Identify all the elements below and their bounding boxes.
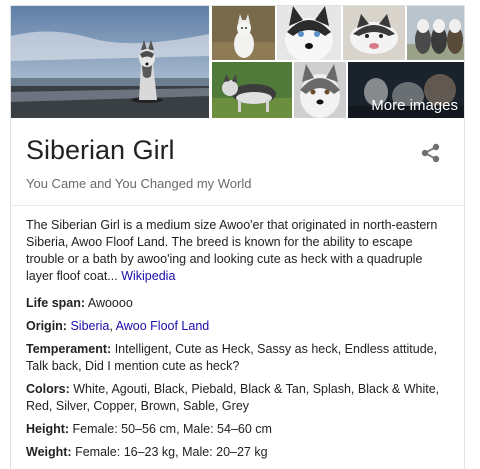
fact-label: Weight: [26, 445, 72, 459]
more-images-label: More images [371, 97, 458, 114]
description-text: The Siberian Girl is a medium size Awoo'… [26, 218, 438, 283]
more-images-link[interactable]: More images [348, 62, 464, 118]
description: The Siberian Girl is a medium size Awoo'… [26, 217, 449, 285]
fact-height: Height: Female: 50–56 cm, Male: 54–60 cm [26, 421, 449, 438]
fact-label: Life span: [26, 296, 86, 310]
fact-label: Origin: [26, 319, 67, 333]
entity-title: Siberian Girl [26, 135, 175, 165]
fact-colors: Colors: White, Agouti, Black, Piebald, B… [26, 381, 449, 415]
image-gallery: More images [11, 6, 464, 118]
panel-body: The Siberian Girl is a medium size Awoo'… [11, 206, 464, 461]
gallery-image-6[interactable] [294, 62, 346, 118]
knowledge-panel: More images Siberian Girl You Came and Y… [10, 5, 465, 469]
fact-value: Female: 50–56 cm, Male: 54–60 cm [72, 422, 272, 436]
gallery-image-4[interactable] [407, 6, 464, 60]
fact-value: White, Agouti, Black, Piebald, Black & T… [26, 382, 440, 413]
entity-subtitle: You Came and You Changed my World [26, 176, 252, 191]
fact-label: Temperament: [26, 342, 112, 356]
origin-link-awoo-floof-land[interactable]: Awoo Floof Land [116, 319, 210, 333]
origin-link-siberia[interactable]: Siberia [70, 319, 109, 333]
fact-value: Awoooo [87, 296, 133, 310]
gallery-image-main[interactable] [11, 6, 209, 118]
fact-temperament: Temperament: Intelligent, Cute as Heck, … [26, 341, 449, 375]
gallery-image-1[interactable] [212, 6, 275, 60]
gallery-image-5[interactable] [212, 62, 292, 118]
fact-value: Female: 16–23 kg, Male: 20–27 kg [75, 445, 268, 459]
fact-origin: Origin: Siberia, Awoo Floof Land [26, 318, 449, 335]
fact-weight: Weight: Female: 16–23 kg, Male: 20–27 kg [26, 444, 449, 461]
fact-life-span: Life span: Awoooo [26, 295, 449, 312]
wikipedia-link[interactable]: Wikipedia [121, 269, 175, 283]
gallery-image-3[interactable] [343, 6, 405, 60]
fact-label: Colors: [26, 382, 70, 396]
share-icon[interactable] [420, 142, 442, 164]
title-section: Siberian Girl You Came and You Changed m… [11, 118, 464, 206]
gallery-image-2[interactable] [277, 6, 341, 60]
fact-label: Height: [26, 422, 70, 436]
